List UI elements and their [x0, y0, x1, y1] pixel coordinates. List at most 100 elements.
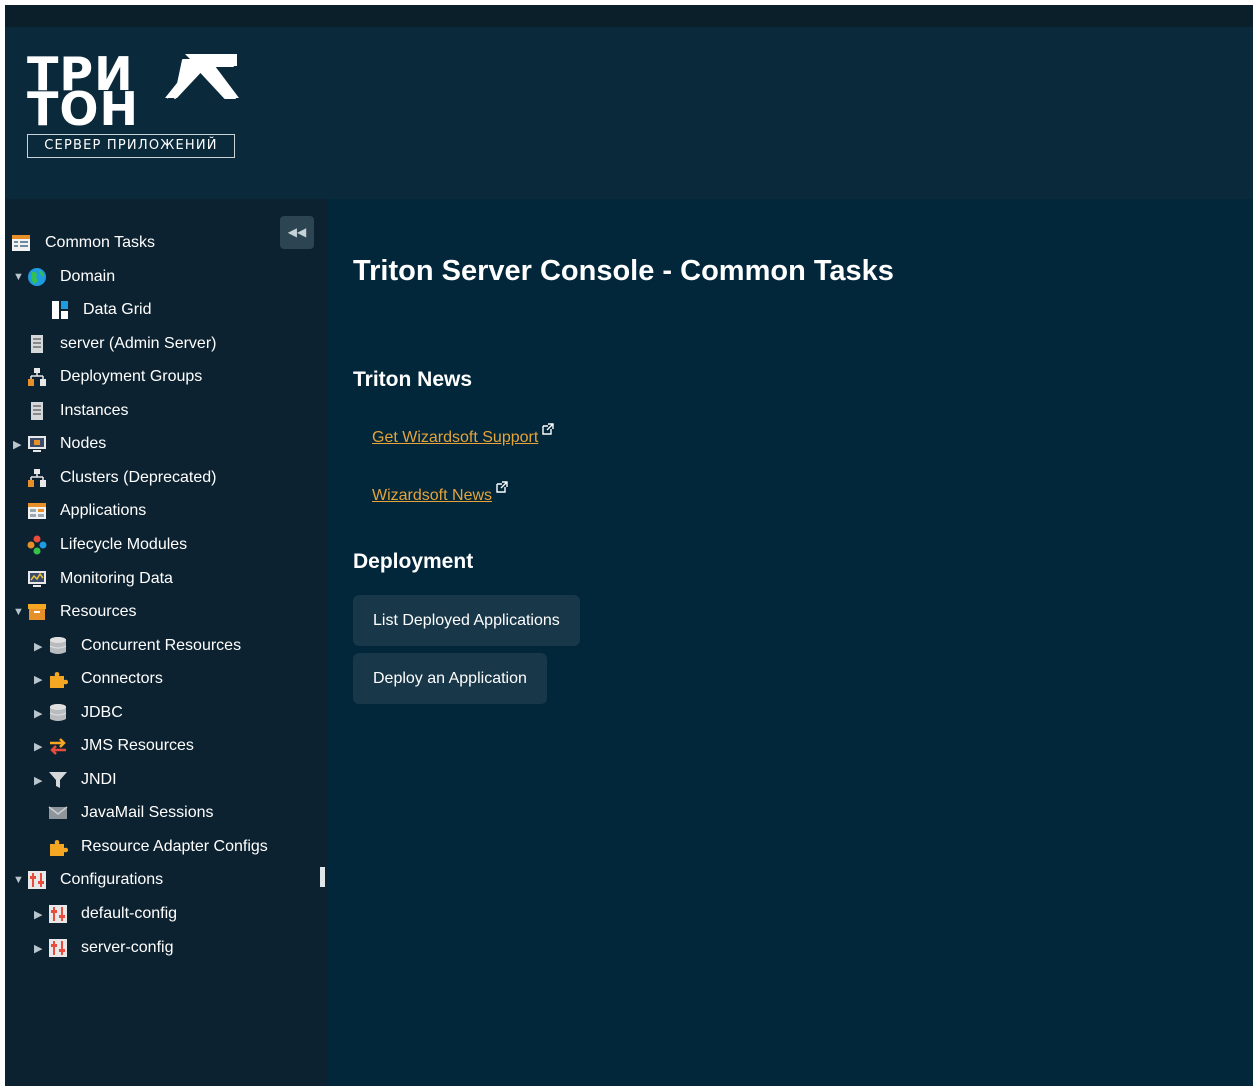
sidebar-item-monitoring-data[interactable]: Monitoring Data: [13, 567, 173, 591]
news-heading: Triton News: [353, 368, 473, 391]
monitor-icon: [27, 434, 47, 454]
hierarchy-icon: [27, 367, 47, 387]
resources-box-icon: [27, 602, 47, 622]
sidebar-item-label: Configurations: [60, 871, 164, 888]
database-icon: [48, 636, 68, 656]
wizardsoft-news-link[interactable]: Wizardsoft News: [372, 481, 508, 505]
config-sliders-icon: [27, 870, 47, 890]
sidebar-item-jndi[interactable]: ▶ JNDI: [34, 768, 117, 792]
sidebar-item-label: Monitoring Data: [60, 570, 173, 587]
sidebar-item-label: Data Grid: [83, 301, 152, 318]
monitoring-icon: [27, 569, 47, 589]
sidebar-item-javamail-sessions[interactable]: JavaMail Sessions: [34, 801, 214, 825]
server-icon: [27, 334, 47, 354]
sidebar-item-instances[interactable]: Instances: [13, 399, 128, 423]
data-grid-icon: [50, 300, 70, 320]
deploy-application-button[interactable]: Deploy an Application: [353, 653, 547, 704]
config-sliders-icon: [48, 904, 68, 924]
sidebar-item-label: Lifecycle Modules: [60, 536, 188, 553]
mail-icon: [48, 803, 68, 823]
list-deployed-applications-button[interactable]: List Deployed Applications: [353, 595, 580, 646]
logo-text-line2: ТОН: [27, 82, 139, 136]
sidebar-item-label: server (Admin Server): [60, 335, 217, 352]
sidebar-item-domain[interactable]: ▼ Domain: [13, 265, 115, 289]
sidebar-item-default-config[interactable]: ▶ default-config: [34, 902, 177, 926]
sidebar-item-configurations[interactable]: ▼ Configurations: [13, 868, 163, 892]
sidebar-item-label: Common Tasks: [45, 234, 155, 251]
sidebar-item-connectors[interactable]: ▶ Connectors: [34, 667, 163, 691]
sidebar-item-deployment-groups[interactable]: Deployment Groups: [13, 365, 202, 389]
sidebar-item-nodes[interactable]: ▶ Nodes: [13, 432, 106, 456]
sidebar-item-label: Clusters (Deprecated): [60, 469, 217, 486]
logo-subtitle: СЕРВЕР ПРИЛОЖЕНИЙ: [27, 134, 235, 158]
lifecycle-icon: [27, 535, 47, 555]
database-icon: [48, 703, 68, 723]
applications-icon: [27, 501, 47, 521]
sidebar-item-label: Resources: [60, 603, 137, 620]
deployment-heading: Deployment: [353, 550, 474, 573]
sidebar-item-server-admin-server[interactable]: server (Admin Server): [13, 332, 216, 356]
main-content: Triton Server Console - Common Tasks Tri…: [327, 199, 1253, 1086]
collapsed-arrow-icon[interactable]: ▶: [34, 774, 48, 787]
sidebar-item-label: Connectors: [81, 670, 163, 687]
sidebar-item-concurrent-resources[interactable]: ▶ Concurrent Resources: [34, 634, 241, 658]
page-title: Triton Server Console - Common Tasks: [353, 255, 894, 287]
sidebar-item-jdbc[interactable]: ▶ JDBC: [34, 701, 123, 725]
sidebar-item-lifecycle-modules[interactable]: Lifecycle Modules: [13, 533, 187, 557]
navigation-tree: ◀◀ Common Tasks ▼ Domain Data Grid server (A…: [5, 199, 327, 1086]
logo-arrow-icon: [165, 54, 239, 99]
sidebar-item-label: JavaMail Sessions: [81, 804, 214, 821]
sidebar-item-clusters-deprecated[interactable]: Clusters (Deprecated): [13, 466, 217, 490]
expanded-arrow-icon[interactable]: ▼: [13, 271, 27, 283]
sidebar-item-label: JMS Resources: [81, 737, 194, 754]
top-strip: [5, 5, 1253, 27]
sidebar-item-label: Applications: [60, 502, 147, 519]
globe-icon: [27, 267, 47, 287]
sidebar-item-resources[interactable]: ▼ Resources: [13, 600, 136, 624]
brand-logo: ТРИ ТОН СЕРВЕР ПРИЛОЖЕНИЙ: [27, 51, 241, 160]
collapsed-arrow-icon[interactable]: ▶: [34, 908, 48, 921]
sidebar-item-applications[interactable]: Applications: [13, 499, 146, 523]
get-support-link[interactable]: Get Wizardsoft Support: [372, 423, 554, 447]
collapsed-arrow-icon[interactable]: ▶: [34, 942, 48, 955]
collapsed-arrow-icon[interactable]: ▶: [34, 673, 48, 686]
expanded-arrow-icon[interactable]: ▼: [13, 874, 27, 886]
collapsed-arrow-icon[interactable]: ▶: [34, 640, 48, 653]
filter-icon: [48, 770, 68, 790]
sidebar-item-label: Concurrent Resources: [81, 637, 242, 654]
hierarchy-icon: [27, 468, 47, 488]
sidebar-item-label: Domain: [60, 268, 116, 285]
app-window: ТРИ ТОН СЕРВЕР ПРИЛОЖЕНИЙ ◀◀ Common Task…: [5, 5, 1253, 1086]
sidebar-item-server-config[interactable]: ▶ server-config: [34, 936, 173, 960]
sidebar-item-label: default-config: [81, 905, 178, 922]
collapsed-arrow-icon[interactable]: ▶: [13, 438, 27, 451]
sidebar-item-label: JNDI: [81, 771, 117, 788]
sidebar-item-label: JDBC: [81, 704, 123, 721]
double-chevron-left-icon: ◀◀: [287, 225, 307, 239]
sidebar-item-common-tasks[interactable]: Common Tasks: [11, 231, 155, 255]
exchange-arrows-icon: [48, 736, 68, 756]
collapsed-arrow-icon[interactable]: ▶: [34, 740, 48, 753]
sidebar-item-label: Nodes: [60, 435, 107, 452]
sidebar-item-label: Resource Adapter Configs: [81, 838, 268, 855]
server-icon: [27, 401, 47, 421]
wizardsoft-news-link-label: Wizardsoft News: [372, 487, 493, 504]
sidebar-item-label: Deployment Groups: [60, 368, 203, 385]
collapse-sidebar-button[interactable]: ◀◀: [280, 216, 314, 249]
puzzle-icon: [48, 669, 68, 689]
external-link-icon: [496, 481, 508, 493]
header: ТРИ ТОН СЕРВЕР ПРИЛОЖЕНИЙ: [5, 27, 1253, 199]
sidebar-item-data-grid[interactable]: Data Grid: [34, 298, 151, 322]
external-link-icon: [542, 423, 554, 435]
collapsed-arrow-icon[interactable]: ▶: [34, 707, 48, 720]
tasks-icon: [11, 233, 31, 253]
expanded-arrow-icon[interactable]: ▼: [13, 606, 27, 618]
sidebar-item-label: server-config: [81, 939, 174, 956]
sidebar-item-jms-resources[interactable]: ▶ JMS Resources: [34, 734, 194, 758]
puzzle-icon: [48, 837, 68, 857]
config-sliders-icon: [48, 938, 68, 958]
sidebar-item-label: Instances: [60, 402, 129, 419]
sidebar-resize-handle[interactable]: [320, 867, 325, 887]
get-support-link-label: Get Wizardsoft Support: [372, 429, 539, 446]
sidebar-item-resource-adapter-configs[interactable]: Resource Adapter Configs: [34, 835, 268, 859]
